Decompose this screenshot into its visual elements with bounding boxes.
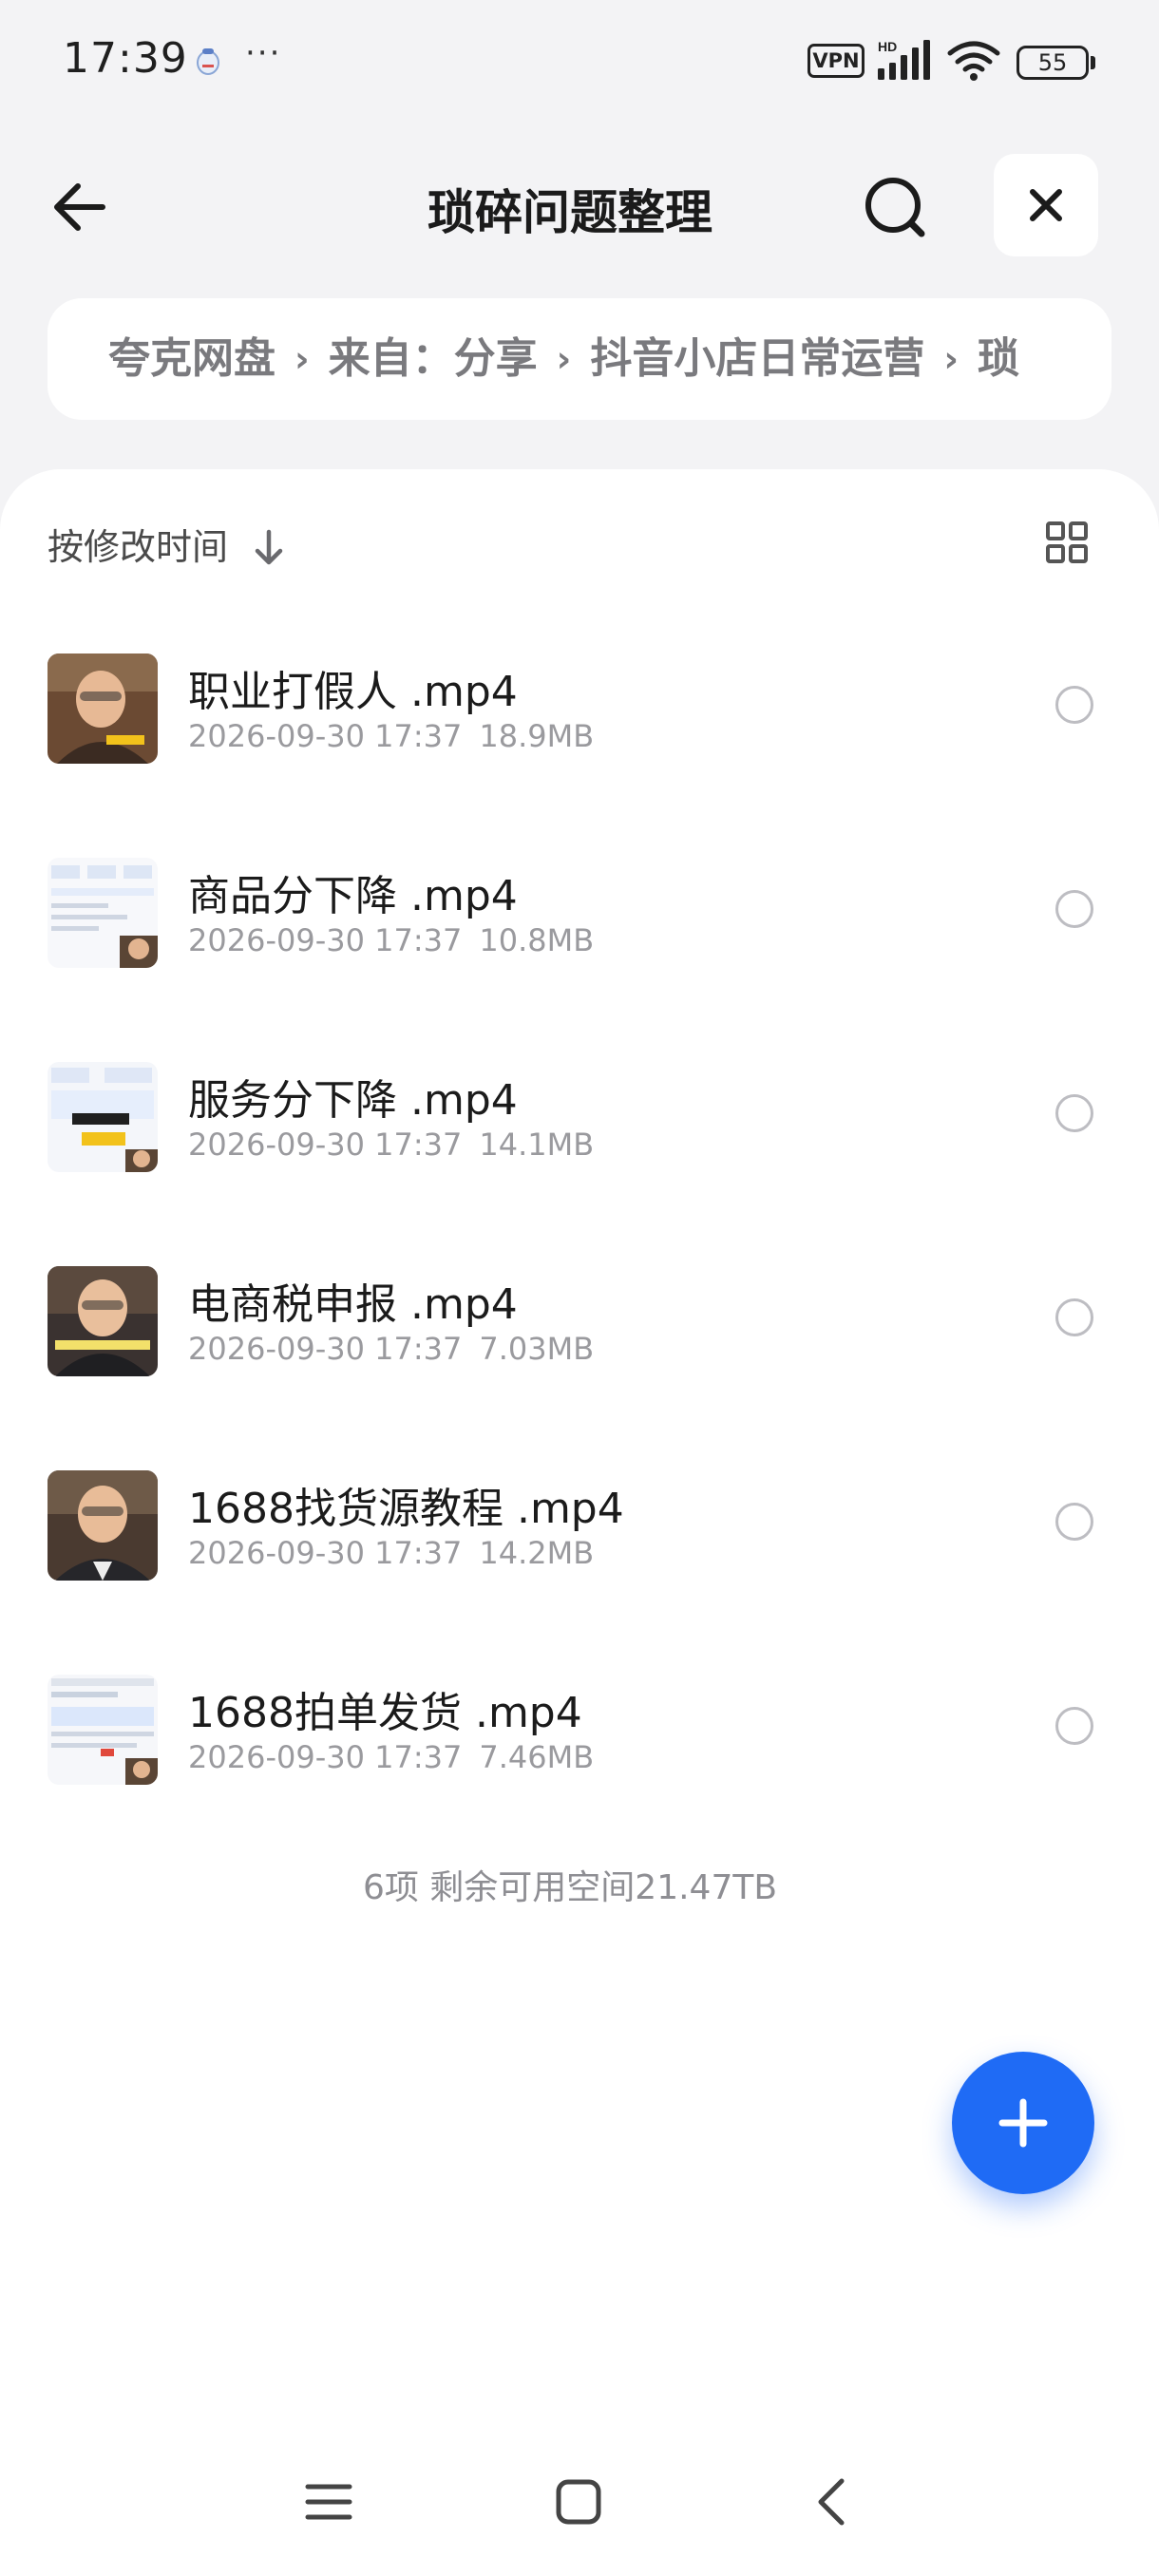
file-name: 商品分下降 .mp4 [188,872,518,920]
menu-icon[interactable] [300,2473,357,2530]
file-name: 电商税申报 .mp4 [188,1280,518,1329]
file-date: 2026-09-30 17:37 [188,1535,463,1571]
grid-view-icon[interactable] [1045,521,1089,564]
vpn-badge: VPN [808,44,864,78]
file-name: 服务分下降 .mp4 [188,1076,518,1125]
signal-hd-icon: HD [878,39,930,80]
search-icon[interactable] [857,169,933,245]
file-date: 2026-09-30 17:37 [188,922,463,958]
file-row[interactable]: 电商税申报 .mp4 2026-09-30 17:37 7.03MB [0,1243,1159,1448]
file-name: 1688找货源教程 .mp4 [188,1485,624,1533]
file-name: 职业打假人 .mp4 [188,668,518,716]
file-size: 14.2MB [479,1535,595,1571]
plus-icon [998,2098,1048,2148]
home-square-icon[interactable] [550,2473,607,2530]
storage-summary: 6项 剩余可用空间21.47TB [362,1868,778,1907]
file-date: 2026-09-30 17:37 [188,718,463,754]
add-button[interactable] [952,2052,1094,2194]
file-size: 10.8MB [479,922,595,958]
breadcrumb-item-root[interactable]: 夸克网盘 [108,298,276,420]
status-more-dots: ··· [245,34,282,72]
select-radio[interactable] [1055,1094,1093,1132]
sort-down-arrow-icon [255,529,283,565]
back-chevron-icon[interactable] [804,2473,861,2530]
video-thumbnail [48,1470,158,1581]
select-radio[interactable] [1055,1298,1093,1336]
video-thumbnail [48,653,158,764]
file-size: 7.46MB [479,1739,595,1775]
select-radio[interactable] [1055,1503,1093,1541]
file-list: 职业打假人 .mp4 2026-09-30 17:37 18.9MB 商品分下降 … [0,631,1159,1856]
status-time: 17:39 [63,34,188,83]
file-row[interactable]: 服务分下降 .mp4 2026-09-30 17:37 14.1MB [0,1039,1159,1243]
close-icon [1030,189,1062,221]
back-arrow-icon[interactable] [48,171,120,243]
video-thumbnail [48,1062,158,1172]
file-size: 7.03MB [479,1331,595,1367]
wifi-icon [947,41,1000,81]
breadcrumb-item-current[interactable]: 琐 [978,298,1019,420]
file-meta: 2026-09-30 17:37 7.03MB [188,1331,594,1367]
select-radio[interactable] [1055,686,1093,724]
file-meta: 2026-09-30 17:37 18.9MB [188,718,594,754]
file-meta: 2026-09-30 17:37 14.1MB [188,1127,594,1163]
breadcrumb-item-shared[interactable]: 来自：分享 [329,298,538,420]
select-radio[interactable] [1055,890,1093,928]
battery-tip [1091,56,1095,69]
battery-icon: 55 [1016,46,1096,80]
file-row[interactable]: 1688拍单发货 .mp4 2026-09-30 17:37 7.46MB [0,1652,1159,1856]
system-nav-bar [0,2432,1159,2574]
breadcrumb-item-folder[interactable]: 抖音小店日常运营 [590,298,924,420]
file-size: 18.9MB [479,718,595,754]
notification-app-icon [197,48,219,75]
breadcrumb-separator-icon: › [556,338,572,380]
sort-button[interactable]: 按修改时间 [48,519,288,576]
file-size: 14.1MB [479,1127,595,1163]
page-title: 琐碎问题整理 [428,185,712,240]
svg-text:HD: HD [878,39,897,54]
video-thumbnail [48,1266,158,1376]
file-meta: 2026-09-30 17:37 7.46MB [188,1739,594,1775]
file-row[interactable]: 职业打假人 .mp4 2026-09-30 17:37 18.9MB [0,631,1159,835]
video-thumbnail [48,858,158,968]
battery-level: 55 [1016,46,1089,80]
file-meta: 2026-09-30 17:37 14.2MB [188,1535,594,1571]
status-bar: 17:39 ··· VPN HD 55 [0,0,1159,123]
file-meta: 2026-09-30 17:37 10.8MB [188,922,594,958]
file-date: 2026-09-30 17:37 [188,1739,463,1775]
video-thumbnail [48,1675,158,1785]
file-row[interactable]: 商品分下降 .mp4 2026-09-30 17:37 10.8MB [0,835,1159,1039]
breadcrumb: 夸克网盘 › 来自：分享 › 抖音小店日常运营 › 琐 [48,298,1112,420]
file-date: 2026-09-30 17:37 [188,1127,463,1163]
close-button[interactable] [994,154,1098,256]
file-row[interactable]: 1688找货源教程 .mp4 2026-09-30 17:37 14.2MB [0,1448,1159,1652]
select-radio[interactable] [1055,1707,1093,1745]
file-name: 1688拍单发货 .mp4 [188,1689,582,1737]
sort-label: 按修改时间 [48,526,229,568]
file-date: 2026-09-30 17:37 [188,1331,463,1367]
file-panel: 按修改时间 职业打假人 .mp4 2026-09-30 17:37 18.9MB [0,469,1159,2576]
breadcrumb-separator-icon: › [943,338,960,380]
breadcrumb-separator-icon: › [294,338,310,380]
